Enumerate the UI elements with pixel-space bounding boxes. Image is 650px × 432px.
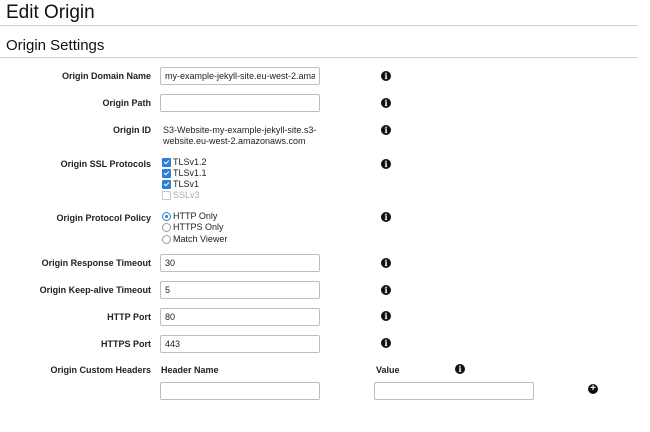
origin-id-label: Origin ID xyxy=(113,125,151,135)
https-only-label: HTTPS Only xyxy=(173,222,224,232)
tlsv12-checkbox[interactable] xyxy=(162,158,171,167)
http-only-label: HTTP Only xyxy=(173,211,218,221)
policy-option-https-only[interactable]: HTTPS Only xyxy=(162,222,224,233)
policy-option-match-viewer[interactable]: Match Viewer xyxy=(162,234,227,245)
origin-keepalive-timeout-input[interactable] xyxy=(160,281,320,299)
ssl-option-tlsv1[interactable]: TLSv1 xyxy=(162,179,199,190)
info-icon[interactable]: i xyxy=(381,98,391,108)
info-icon[interactable]: i xyxy=(381,212,391,222)
title-divider xyxy=(0,25,638,26)
http-port-label: HTTP Port xyxy=(107,312,151,322)
info-icon[interactable]: i xyxy=(381,311,391,321)
info-icon[interactable]: i xyxy=(381,71,391,81)
https-only-radio[interactable] xyxy=(162,223,171,232)
sslv3-checkbox xyxy=(162,191,171,200)
info-icon[interactable]: i xyxy=(381,338,391,348)
https-port-input[interactable] xyxy=(160,335,320,353)
origin-response-timeout-input[interactable] xyxy=(160,254,320,272)
info-icon[interactable]: i xyxy=(381,285,391,295)
http-only-radio[interactable] xyxy=(162,212,171,221)
origin-custom-headers-label: Origin Custom Headers xyxy=(50,365,151,375)
page-title: Edit Origin xyxy=(6,2,95,23)
info-icon[interactable]: i xyxy=(381,159,391,169)
policy-option-http-only[interactable]: HTTP Only xyxy=(162,211,217,222)
origin-response-timeout-label: Origin Response Timeout xyxy=(41,258,151,268)
info-icon[interactable]: i xyxy=(381,125,391,135)
ssl-option-tlsv12[interactable]: TLSv1.2 xyxy=(162,157,207,168)
origin-path-label: Origin Path xyxy=(102,98,151,108)
info-icon[interactable]: i xyxy=(381,258,391,268)
origin-keepalive-timeout-label: Origin Keep-alive Timeout xyxy=(39,285,151,295)
tlsv12-label: TLSv1.2 xyxy=(173,157,207,167)
section-divider xyxy=(0,57,638,58)
header-name-column-label: Header Name xyxy=(161,365,219,375)
tlsv1-label: TLSv1 xyxy=(173,179,200,189)
custom-header-value-input[interactable] xyxy=(374,382,534,400)
http-port-input[interactable] xyxy=(160,308,320,326)
section-title: Origin Settings xyxy=(6,37,105,54)
info-icon[interactable]: i xyxy=(455,364,465,374)
origin-domain-name-input[interactable] xyxy=(160,67,320,85)
sslv3-label: SSLv3 xyxy=(173,190,200,200)
ssl-option-sslv3: SSLv3 xyxy=(162,190,200,201)
origin-id-value: S3-Website-my-example-jekyll-site.s3- we… xyxy=(163,125,333,147)
match-viewer-label: Match Viewer xyxy=(173,234,228,244)
value-column-label: Value xyxy=(376,365,400,375)
origin-ssl-protocols-label: Origin SSL Protocols xyxy=(60,159,151,169)
origin-protocol-policy-label: Origin Protocol Policy xyxy=(56,213,151,223)
plus-circle-icon[interactable]: + xyxy=(588,384,598,394)
match-viewer-radio[interactable] xyxy=(162,235,171,244)
tlsv11-checkbox[interactable] xyxy=(162,169,171,178)
tlsv11-label: TLSv1.1 xyxy=(173,168,207,178)
origin-domain-name-label: Origin Domain Name xyxy=(61,71,151,81)
origin-path-input[interactable] xyxy=(160,94,320,112)
ssl-option-tlsv11[interactable]: TLSv1.1 xyxy=(162,168,207,179)
origin-id-line-1: S3-Website-my-example-jekyll-site.s3- xyxy=(163,125,317,135)
custom-header-name-input[interactable] xyxy=(160,382,320,400)
tlsv1-checkbox[interactable] xyxy=(162,180,171,189)
origin-id-line-2: website.eu-west-2.amazonaws.com xyxy=(163,136,306,146)
https-port-label: HTTPS Port xyxy=(100,339,151,349)
